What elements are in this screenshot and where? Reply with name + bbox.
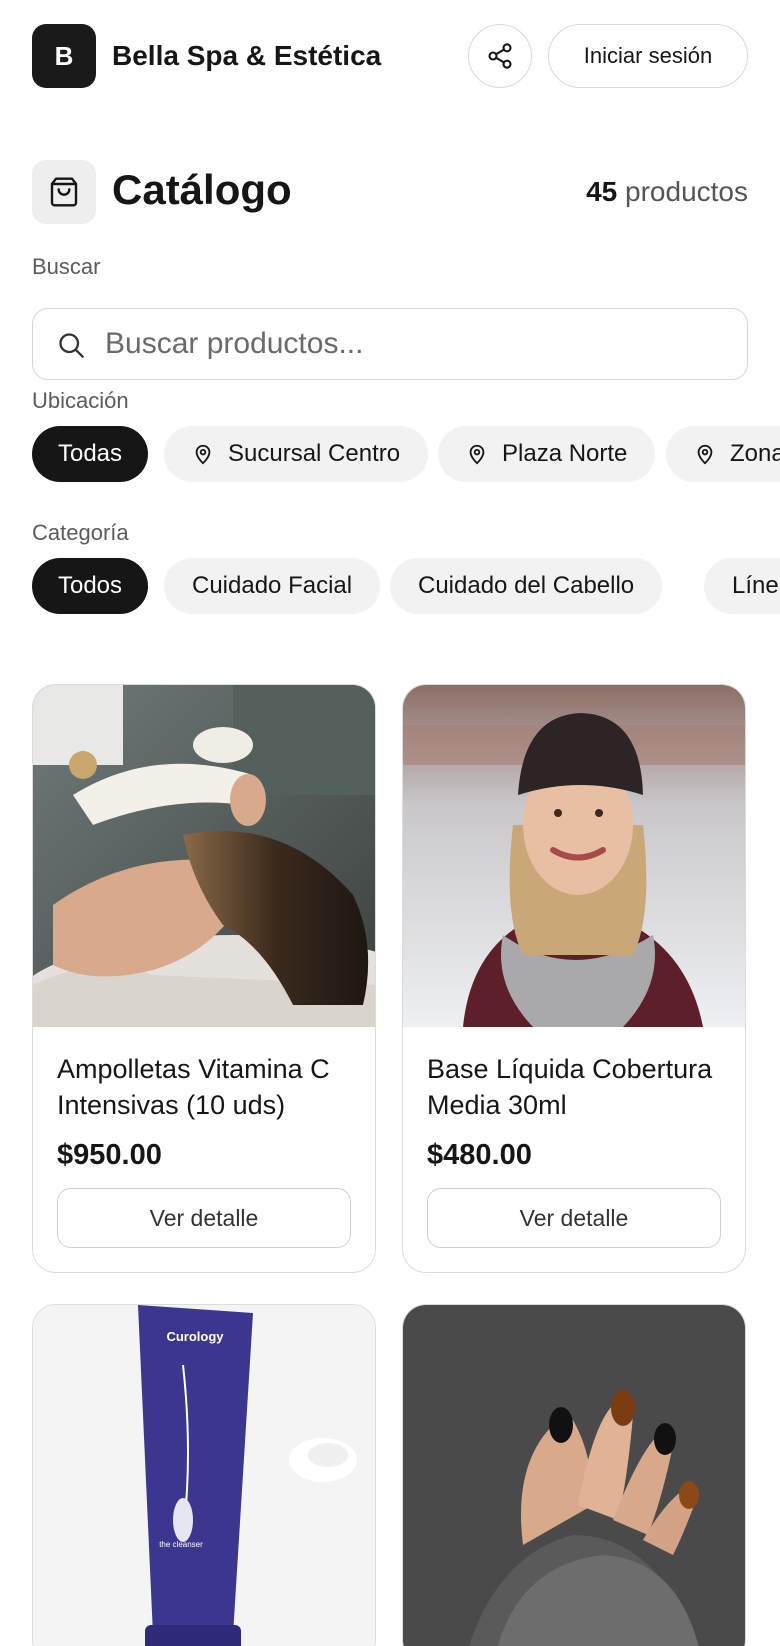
product-image-cleanser[interactable]: Curology the cleanser — [33, 1305, 375, 1646]
location-chip-sucursal-centro[interactable]: Sucursal Centro — [164, 426, 429, 482]
product-image-manicure[interactable] — [403, 1305, 745, 1646]
brand-logo-letter: B — [54, 40, 74, 71]
search-label: Buscar — [32, 254, 101, 279]
product-price: $480.00 — [427, 1139, 532, 1171]
brand-name[interactable]: Bella Spa & Estética — [112, 40, 381, 72]
top-header: B Bella Spa & Estética Iniciar sesión — [32, 24, 748, 88]
chip-label: Todos — [57, 572, 123, 599]
location-chip-row[interactable]: Todas Sucursal Centro Plaza Norte Zona — [32, 426, 780, 482]
product-card[interactable]: Ampolletas Vitamina C Intensivas (10 uds… — [32, 684, 376, 1273]
chip-label: Plaza Norte — [502, 440, 628, 467]
share-button[interactable] — [468, 24, 532, 88]
cleanser-tube-photo: Curology the cleanser — [33, 1305, 375, 1646]
view-detail-button[interactable]: Ver detalle — [57, 1188, 351, 1248]
category-label: Categoría — [32, 520, 129, 545]
category-chip-cuidado-cabello[interactable]: Cuidado del Cabello — [390, 558, 663, 614]
woman-winter-beanie-photo — [403, 685, 745, 1027]
product-image-facial-treatment[interactable] — [33, 685, 375, 1027]
location-label: Ubicación — [32, 388, 129, 413]
catalog-icon-badge — [32, 160, 96, 224]
category-chip-linea[interactable]: Línea — [704, 558, 780, 614]
search-icon — [59, 333, 84, 358]
product-count-number: 45 — [586, 176, 618, 207]
share-icon — [488, 43, 512, 69]
shopping-bag-icon — [50, 177, 78, 207]
map-pin-icon — [195, 444, 211, 465]
chip-label: Línea — [732, 572, 780, 599]
map-pin-icon — [469, 444, 485, 465]
tube-brand-text: Curology — [166, 1329, 224, 1344]
location-chip-plaza-norte[interactable]: Plaza Norte — [438, 426, 656, 482]
product-card[interactable] — [402, 1304, 746, 1646]
product-name[interactable]: Ampolletas Vitamina C Intensivas (10 uds… — [57, 1051, 351, 1123]
category-chip-all[interactable]: Todos — [32, 558, 148, 614]
page-title: Catálogo — [112, 166, 292, 213]
chip-label: Zona — [730, 440, 780, 467]
product-count-suffix: productos — [625, 176, 748, 207]
tube-product-text: the cleanser — [159, 1540, 203, 1549]
chip-label: Cuidado del Cabello — [418, 572, 635, 599]
location-chip-all[interactable]: Todas — [32, 426, 148, 482]
login-button[interactable]: Iniciar sesión — [548, 24, 748, 88]
product-card[interactable]: Curology the cleanser — [32, 1304, 376, 1646]
product-image-winter-portrait[interactable] — [403, 685, 745, 1027]
search-input[interactable] — [105, 319, 725, 369]
view-detail-button[interactable]: Ver detalle — [427, 1188, 721, 1248]
chip-label: Sucursal Centro — [228, 440, 401, 467]
chip-label: Cuidado Facial — [192, 572, 353, 599]
product-price: $950.00 — [57, 1139, 162, 1171]
product-name[interactable]: Base Líquida Cobertura Media 30ml — [427, 1051, 721, 1123]
manicure-nails-photo — [403, 1305, 745, 1646]
facial-treatment-photo — [33, 685, 375, 1027]
product-count: 45 productos — [586, 176, 748, 208]
brand-logo[interactable]: B — [32, 24, 96, 88]
location-chip-zona[interactable]: Zona — [666, 426, 780, 482]
category-chip-row[interactable]: Todos Cuidado Facial Cuidado del Cabello… — [32, 558, 780, 614]
chip-label: Todas — [57, 440, 123, 467]
product-card[interactable]: Base Líquida Cobertura Media 30ml $480.0… — [402, 684, 746, 1273]
search-box[interactable] — [32, 308, 748, 380]
map-pin-icon — [697, 444, 713, 465]
category-chip-cuidado-facial[interactable]: Cuidado Facial — [164, 558, 381, 614]
